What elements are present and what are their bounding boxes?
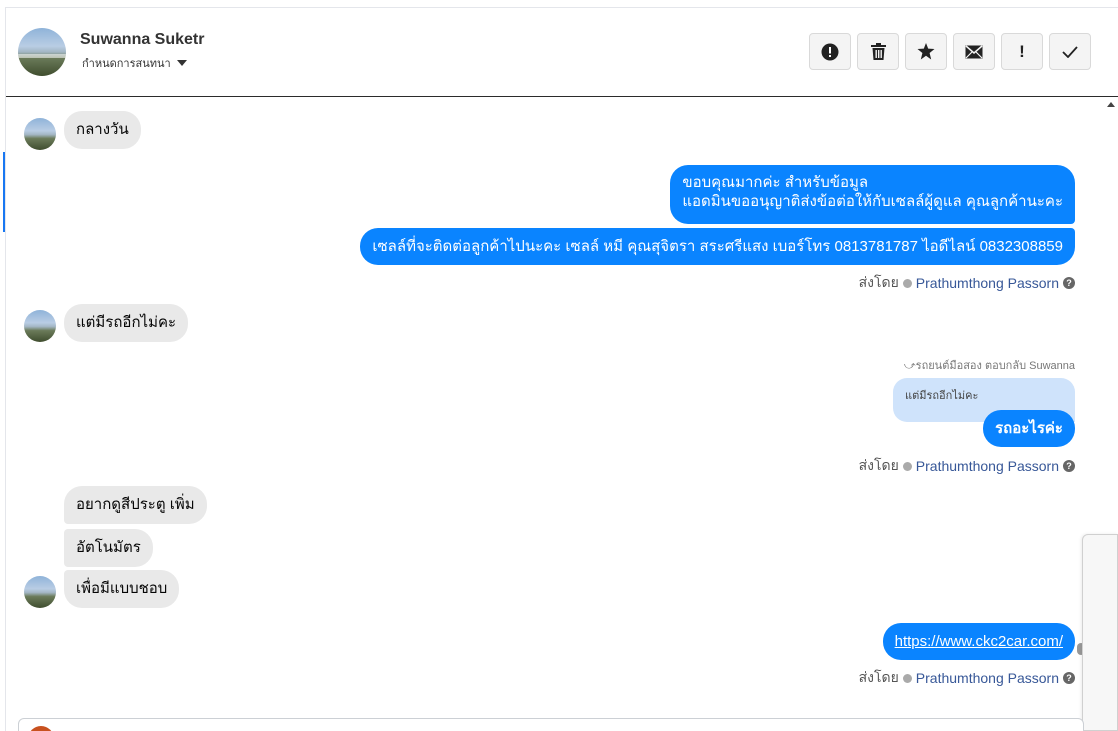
conversation-options-dropdown[interactable]: กำหนดการสนทนา (82, 54, 187, 72)
sent-by-info: ส่งโดย Prathumthong Passorn ? (859, 272, 1075, 294)
sender-avatar (24, 576, 56, 608)
trash-icon (870, 43, 886, 60)
message-line: ขอบคุณมากค่ะ สำหรับข้อมูล (682, 174, 869, 191)
verified-icon (902, 278, 912, 288)
envelope-icon (965, 44, 983, 58)
mark-done-button[interactable] (1049, 33, 1091, 70)
help-icon[interactable]: ? (1063, 672, 1075, 684)
agent-name-link[interactable]: Prathumthong Passorn (916, 458, 1059, 474)
reply-composer[interactable] (18, 718, 1084, 731)
help-icon[interactable]: ? (1063, 460, 1075, 472)
reply-icon: ⤻ (903, 360, 916, 372)
contact-name[interactable]: Suwanna Suketr (80, 31, 204, 49)
mark-unread-button[interactable] (953, 33, 995, 70)
outgoing-message[interactable]: รถอะไรค่ะ (983, 410, 1075, 447)
scroll-up-arrow-icon[interactable] (1107, 102, 1115, 107)
agent-name-link[interactable]: Prathumthong Passorn (916, 275, 1059, 291)
conversation-options-label: กำหนดการสนทนา (82, 58, 171, 70)
check-icon (1062, 45, 1078, 58)
help-icon[interactable]: ? (1063, 277, 1075, 289)
chevron-down-icon (176, 60, 187, 66)
contact-avatar[interactable] (18, 28, 66, 76)
incoming-message[interactable]: เพื่อมีแบบชอบ (64, 570, 180, 608)
conversation-actions: ! (809, 33, 1091, 70)
sender-avatar (24, 310, 56, 342)
side-panel-tab[interactable] (1082, 534, 1118, 731)
message-line: แอดมินขออนุญาติส่งข้อต่อให้กับเซลล์ผู้ดู… (682, 193, 1063, 210)
outgoing-message[interactable]: เซลล์ที่จะติดต่อลูกค้าไปนะคะ เซลล์ หมี ค… (360, 228, 1075, 265)
message-thread[interactable]: กลางวัน ขอบคุณมากค่ะ สำหรับข้อมูล แอดมิน… (6, 97, 1090, 731)
delete-button[interactable] (857, 33, 899, 70)
sender-avatar (24, 118, 56, 150)
incoming-message[interactable]: อยากดูสีประตู เพิ่ม (64, 486, 207, 524)
agent-name-link[interactable]: Prathumthong Passorn (916, 670, 1059, 686)
incoming-message[interactable]: อัตโนมัตร (64, 529, 153, 567)
reply-context-text: รถยนต์มือสอง ตอบกลับ Suwanna (915, 360, 1075, 372)
sent-by-info: ส่งโดย Prathumthong Passorn ? (859, 455, 1075, 477)
outgoing-message[interactable]: ขอบคุณมากค่ะ สำหรับข้อมูล แอดมินขออนุญาต… (670, 165, 1075, 224)
star-icon (917, 43, 935, 60)
star-button[interactable] (905, 33, 947, 70)
verified-icon (902, 461, 912, 471)
sent-by-info: ส่งโดย Prathumthong Passorn ? (859, 667, 1075, 689)
incoming-message[interactable]: แต่มีรถอีกไม่คะ (64, 304, 189, 342)
sent-by-prefix: ส่งโดย (858, 457, 899, 473)
mark-spam-button[interactable] (809, 33, 851, 70)
verified-icon (902, 673, 912, 683)
exclamation-icon: ! (1019, 41, 1025, 61)
alert-circle-icon (821, 43, 839, 60)
follow-up-button[interactable]: ! (1001, 33, 1043, 70)
sent-by-prefix: ส่งโดย (858, 669, 899, 685)
outgoing-link-message[interactable]: https://www.ckc2car.com/ (882, 623, 1075, 660)
active-indicator (3, 152, 5, 232)
incoming-message[interactable]: กลางวัน (64, 111, 141, 149)
reply-context-label: ⤻รถยนต์มือสอง ตอบกลับ Suwanna (904, 356, 1075, 374)
sent-by-prefix: ส่งโดย (858, 274, 899, 290)
